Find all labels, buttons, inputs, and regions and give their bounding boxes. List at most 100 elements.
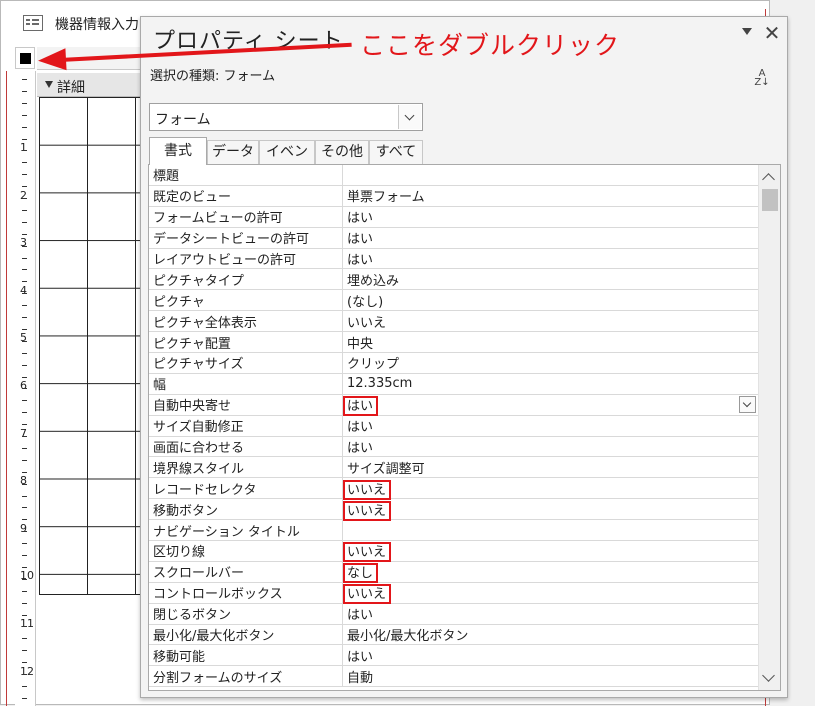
ruler-number: 2 bbox=[20, 188, 27, 202]
property-value[interactable]: はい bbox=[342, 248, 758, 270]
property-name: 既定のビュー bbox=[149, 185, 343, 207]
property-value-text: 単票フォーム bbox=[347, 190, 425, 206]
chevron-down-icon[interactable] bbox=[739, 395, 756, 413]
property-value[interactable]: クリップ bbox=[342, 352, 758, 374]
property-row[interactable]: 区切り線 いいえ bbox=[149, 540, 758, 562]
property-row[interactable]: ピクチャ (なし) bbox=[149, 289, 758, 312]
property-row[interactable]: データシートビューの許可 はい bbox=[149, 227, 758, 249]
ruler-tick bbox=[22, 150, 27, 152]
property-row[interactable]: サイズ自動修正 はい bbox=[149, 415, 758, 437]
property-value[interactable]: はい bbox=[342, 227, 758, 249]
property-table: 標題 既定のビュー 単票フォーム フォームビューの許可 はい データシートビューの許可 はい… bbox=[149, 165, 758, 688]
pane-options-dropdown-icon[interactable] bbox=[742, 28, 752, 35]
property-row[interactable]: フォームビューの許可 はい bbox=[149, 206, 758, 228]
property-scrollbar[interactable] bbox=[758, 165, 780, 690]
tab-format[interactable]: 書式 bbox=[149, 137, 207, 165]
tab-all[interactable]: すべて bbox=[369, 140, 423, 164]
property-value[interactable]: はい bbox=[342, 394, 758, 416]
ruler-number: 11 bbox=[20, 617, 34, 630]
property-value[interactable]: 12.335cm bbox=[342, 373, 758, 395]
property-value-text: サイズ調整可 bbox=[347, 461, 425, 477]
close-icon[interactable]: ✕ bbox=[761, 21, 783, 45]
property-row[interactable]: レイアウトビューの許可 はい bbox=[149, 248, 758, 270]
property-value-text: はい bbox=[347, 232, 374, 248]
property-value[interactable]: いいえ bbox=[342, 310, 758, 333]
property-name: ピクチャ配置 bbox=[149, 331, 343, 354]
ruler-number: 7 bbox=[20, 426, 27, 440]
property-row[interactable]: 既定のビュー 単票フォーム bbox=[149, 185, 758, 207]
property-row[interactable]: 自動中央寄せ はい bbox=[149, 394, 758, 416]
ruler-tick bbox=[22, 483, 27, 485]
property-value[interactable]: サイズ調整可 bbox=[342, 456, 758, 479]
property-row[interactable]: 閉じるボタン はい bbox=[149, 603, 758, 625]
detail-section-header[interactable]: 詳細 bbox=[37, 73, 141, 97]
scroll-down-icon[interactable] bbox=[762, 669, 775, 682]
scroll-up-icon[interactable] bbox=[762, 173, 775, 186]
property-value[interactable]: はい bbox=[342, 603, 758, 625]
property-value[interactable]: 自動 bbox=[342, 665, 758, 688]
tab-event[interactable]: イベント bbox=[259, 140, 315, 182]
property-value-text: はい bbox=[347, 420, 374, 436]
property-value[interactable]: いいえ bbox=[342, 477, 758, 500]
property-name: スクロールバー bbox=[149, 561, 343, 583]
property-value[interactable]: なし bbox=[342, 561, 758, 583]
form-design-title: 機器情報入力 bbox=[55, 17, 139, 33]
form-selector-button[interactable] bbox=[15, 47, 35, 69]
section-collapse-icon bbox=[45, 81, 53, 88]
property-value[interactable]: はい bbox=[342, 644, 758, 667]
tab-data[interactable]: データ bbox=[207, 140, 259, 164]
scroll-thumb[interactable] bbox=[762, 189, 778, 211]
property-value[interactable] bbox=[342, 519, 758, 542]
highlight-box bbox=[343, 500, 392, 521]
ruler-tick bbox=[22, 186, 27, 188]
tab-other[interactable]: その他 bbox=[315, 140, 369, 164]
property-row[interactable]: 移動ボタン いいえ bbox=[149, 498, 758, 521]
property-value[interactable]: 埋め込み bbox=[342, 268, 758, 291]
sort-az-icon[interactable]: A Z↓ bbox=[752, 69, 772, 88]
ruler-tick bbox=[22, 555, 27, 556]
property-name: 最小化/最大化ボタン bbox=[149, 624, 343, 646]
property-row[interactable]: 標題 bbox=[149, 165, 758, 186]
ruler-tick bbox=[22, 697, 27, 699]
property-row[interactable]: 移動可能 はい bbox=[149, 644, 758, 667]
object-selector-combo[interactable]: フォーム bbox=[149, 103, 423, 131]
property-row[interactable]: ピクチャサイズ クリップ bbox=[149, 352, 758, 374]
annotation-text: ここをダブルクリック bbox=[360, 31, 621, 60]
ruler-tick bbox=[22, 162, 27, 164]
property-value[interactable]: 中央 bbox=[342, 331, 758, 354]
property-value[interactable]: はい bbox=[342, 436, 758, 458]
ruler-tick bbox=[22, 507, 27, 509]
property-row[interactable]: ナビゲーション タイトル bbox=[149, 519, 758, 542]
ruler-tick bbox=[22, 376, 27, 378]
property-value[interactable]: (なし) bbox=[342, 289, 758, 312]
ruler-tick bbox=[22, 305, 27, 307]
property-row[interactable]: 境界線スタイル サイズ調整可 bbox=[149, 456, 758, 479]
property-row[interactable]: 画面に合わせる はい bbox=[149, 436, 758, 458]
property-row[interactable]: 幅 12.335cm bbox=[149, 373, 758, 395]
property-value[interactable]: いいえ bbox=[342, 540, 758, 562]
object-selector-value: フォーム bbox=[155, 112, 211, 128]
property-sheet: プロパティ シート ✕ 選択の種類: フォーム A Z↓ フォーム 書式 データ … bbox=[140, 16, 788, 698]
property-row[interactable]: ピクチャ全体表示 いいえ bbox=[149, 310, 758, 333]
chevron-down-icon[interactable] bbox=[398, 105, 421, 129]
property-row[interactable]: コントロールボックス いいえ bbox=[149, 582, 758, 604]
property-value[interactable]: 最小化/最大化ボタン bbox=[342, 624, 758, 646]
annotation-arrow-head bbox=[37, 48, 67, 72]
property-row[interactable]: ピクチャタイプ 埋め込み bbox=[149, 268, 758, 291]
property-value[interactable]: 単票フォーム bbox=[342, 185, 758, 207]
property-value[interactable]: はい bbox=[342, 415, 758, 437]
property-value[interactable]: いいえ bbox=[342, 498, 758, 521]
property-row[interactable]: レコードセレクタ いいえ bbox=[149, 477, 758, 500]
property-name: コントロールボックス bbox=[149, 582, 343, 604]
property-row[interactable]: 分割フォームのサイズ 自動 bbox=[149, 665, 758, 688]
property-name: サイズ自動修正 bbox=[149, 415, 343, 437]
property-row[interactable]: ピクチャ配置 中央 bbox=[149, 331, 758, 354]
property-name: 移動可能 bbox=[149, 644, 343, 667]
property-row[interactable]: スクロールバー なし bbox=[149, 561, 758, 583]
property-value[interactable] bbox=[342, 165, 758, 186]
form-icon bbox=[23, 15, 43, 31]
property-value[interactable]: いいえ bbox=[342, 582, 758, 604]
property-value[interactable]: はい bbox=[342, 206, 758, 228]
property-row[interactable]: 最小化/最大化ボタン 最小化/最大化ボタン bbox=[149, 624, 758, 646]
form-design-grid[interactable] bbox=[39, 97, 141, 595]
